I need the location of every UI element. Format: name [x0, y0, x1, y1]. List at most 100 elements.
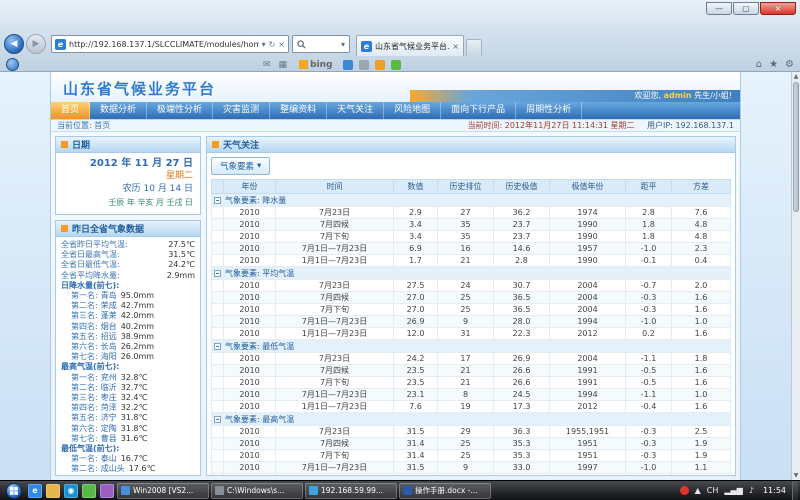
window-close-button[interactable]: ×: [760, 2, 796, 15]
scrollbar-thumb[interactable]: [793, 82, 799, 212]
mail-icon[interactable]: ✉: [263, 60, 271, 70]
scroll-up-icon[interactable]: ▲: [792, 72, 800, 81]
page-widget-icon[interactable]: ▦: [279, 60, 288, 70]
ranking-rank: 第六名:: [71, 424, 98, 434]
station-link[interactable]: 海阳: [101, 352, 117, 362]
taskbar-button-0[interactable]: Win2008 [VS2...: [117, 483, 209, 499]
table-row: 20107月23日24.21726.92004-1.11.8: [212, 353, 731, 365]
taskbar-button-3[interactable]: 操作手册.docx -...: [399, 483, 491, 499]
station-link[interactable]: 枣庄: [101, 393, 117, 403]
table-cell: 1974: [550, 207, 626, 219]
station-link[interactable]: 烟台: [101, 322, 117, 332]
table-group-row[interactable]: 气象要素: 降水量: [212, 194, 731, 207]
table-cell: 7月下旬: [276, 450, 394, 462]
compatibility-view-icon[interactable]: ▾: [262, 40, 266, 49]
station-link[interactable]: 招远: [101, 332, 117, 342]
toolbar-app-blue-icon[interactable]: [343, 60, 353, 70]
url-text[interactable]: http://192.168.137.1/SLCCLIMATE/modules/…: [69, 40, 259, 49]
home-icon[interactable]: ⌂: [756, 59, 762, 70]
settings-gear-icon[interactable]: ⚙: [785, 59, 794, 70]
start-button[interactable]: [6, 483, 22, 499]
app-green-icon[interactable]: [82, 484, 96, 498]
notification-badge-icon[interactable]: [680, 486, 689, 495]
station-link[interactable]: 长岛: [101, 342, 117, 352]
nav-item-4[interactable]: 整编资料: [270, 102, 327, 119]
table-cell: 27.5: [394, 280, 438, 292]
table-group-row[interactable]: 气象要素: 最高气温: [212, 413, 731, 426]
collapse-icon[interactable]: [214, 270, 221, 277]
language-indicator[interactable]: CH: [707, 486, 719, 495]
station-link[interactable]: 曹县: [101, 434, 117, 444]
table-cell: 35.3: [494, 438, 550, 450]
favorites-star-icon[interactable]: ★: [769, 59, 778, 70]
table-cell: -0.3: [626, 304, 672, 316]
nav-item-7[interactable]: 面向下行产品: [441, 102, 516, 119]
media-player-icon[interactable]: ◉: [64, 484, 78, 498]
page-scrollbar[interactable]: ▲ ▼: [791, 72, 800, 480]
table-cell: 1月1日—7月23日: [276, 328, 394, 340]
clock[interactable]: 11:54: [763, 486, 786, 495]
station-link[interactable]: 蓬莱: [101, 311, 117, 321]
panel-bullet-icon: [61, 225, 68, 232]
table-cell: 1.9: [672, 450, 731, 462]
station-link[interactable]: 定陶: [101, 424, 117, 434]
scroll-down-icon[interactable]: ▼: [792, 471, 800, 480]
station-link[interactable]: 长岛: [101, 475, 117, 476]
summary-value: 31.5℃: [168, 250, 195, 260]
window-maximize-button[interactable]: ▢: [733, 2, 759, 15]
station-link[interactable]: 荣成: [101, 301, 117, 311]
table-group-row[interactable]: 气象要素: 最低气温: [212, 340, 731, 353]
nav-item-5[interactable]: 天气关注: [327, 102, 384, 119]
station-link[interactable]: 济宁: [101, 413, 117, 423]
search-dropdown-icon[interactable]: ▾: [341, 40, 345, 49]
table-group-row[interactable]: 气象要素: 平均气温: [212, 267, 731, 280]
toolbar-app-orange-icon[interactable]: [375, 60, 385, 70]
station-link[interactable]: 菏泽: [101, 403, 117, 413]
nav-item-1[interactable]: 数据分析: [90, 102, 147, 119]
network-icon[interactable]: ▂▄▆: [724, 486, 742, 495]
table-cell: 7月1日—7月23日: [276, 389, 394, 401]
address-bar[interactable]: e http://192.168.137.1/SLCCLIMATE/module…: [51, 35, 289, 53]
nav-item-6[interactable]: 风险地图: [384, 102, 441, 119]
stop-icon[interactable]: ×: [278, 40, 285, 49]
folder-icon[interactable]: [46, 484, 60, 498]
ranking-item: 第三名:蓬莱42.0mm: [61, 311, 195, 321]
nav-item-2[interactable]: 极端性分析: [147, 102, 213, 119]
nav-item-3[interactable]: 灾害监测: [213, 102, 270, 119]
app-purple-icon[interactable]: [100, 484, 114, 498]
nav-item-0[interactable]: 首页: [51, 102, 90, 119]
taskbar-button-1[interactable]: C:\Windows\s...: [211, 483, 303, 499]
station-link[interactable]: 兖州: [101, 373, 117, 383]
station-link[interactable]: 青岛: [101, 291, 117, 301]
collapse-icon[interactable]: [214, 416, 221, 423]
browser-forward-button[interactable]: ▶: [26, 34, 46, 54]
refresh-icon[interactable]: ↻: [269, 40, 276, 49]
table-cell: 2010: [224, 365, 276, 377]
volume-icon[interactable]: ♪: [749, 486, 754, 495]
ranking-value: 17.6℃: [129, 464, 156, 474]
taskbar-button-2[interactable]: 192.168.59.99...: [305, 483, 397, 499]
browser-back-button[interactable]: ◀: [4, 34, 24, 54]
browser-tab[interactable]: e 山东省气候业务平台... ×: [356, 35, 464, 56]
station-link[interactable]: 临沂: [101, 383, 117, 393]
window-minimize-button[interactable]: —: [706, 2, 732, 15]
new-tab-button[interactable]: [466, 39, 482, 56]
station-link[interactable]: 成山头: [101, 464, 125, 474]
ranking-value: 26.2mm: [121, 342, 154, 352]
collapse-icon[interactable]: [214, 197, 221, 204]
show-desktop-button[interactable]: [792, 481, 798, 500]
station-link[interactable]: 泰山: [101, 454, 117, 464]
nav-item-8[interactable]: 周期性分析: [516, 102, 582, 119]
search-box[interactable]: ▾: [292, 35, 350, 53]
element-filter-button[interactable]: 气象要素 ▾: [211, 157, 270, 175]
collapse-icon[interactable]: [214, 343, 221, 350]
table-cell: 23.5: [394, 377, 438, 389]
tab-close-icon[interactable]: ×: [452, 42, 459, 51]
table-cell: 3.4: [394, 219, 438, 231]
toolbar-app-gray-icon[interactable]: [359, 60, 369, 70]
tray-expand-icon[interactable]: ▲: [695, 486, 701, 495]
ranking-rank: 第三名:: [71, 311, 98, 321]
quick-access-icon[interactable]: [6, 58, 19, 71]
toolbar-app-green-icon[interactable]: [391, 60, 401, 70]
ie-icon[interactable]: e: [28, 484, 42, 498]
